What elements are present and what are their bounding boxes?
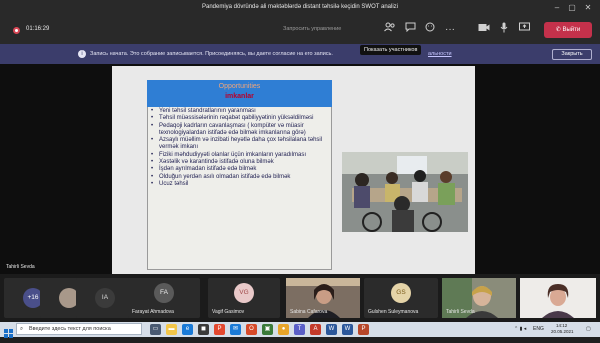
info-icon: i (78, 50, 86, 58)
chrome-icon[interactable]: ● (278, 324, 289, 335)
slide-subtitle: imkanlar (225, 93, 254, 100)
store-icon[interactable]: ◼ (198, 324, 209, 335)
slide-bullet: Olduğun yerdən asılı olmadan istifadə ed… (150, 174, 330, 182)
microphone-icon[interactable] (496, 22, 512, 38)
participants-icon[interactable] (382, 22, 398, 38)
slide-bullet: Yeni təhsil standratlarının yaranması (150, 108, 330, 116)
participant-name: Tahirli Sevda (446, 309, 475, 315)
participant-name: Sabina Cafarova (290, 309, 328, 315)
close-window-icon[interactable]: ✕ (582, 2, 594, 14)
slide-bullet: Fiziki məhdudiyyəti olanlar üçün imkanla… (150, 152, 330, 160)
close-banner-button[interactable]: Закрыть (552, 49, 592, 60)
camera-icon[interactable] (476, 22, 492, 38)
active-speaker-label: Tahirli Sevda (6, 264, 35, 270)
participant-name: Vagif Gasimov (212, 309, 245, 315)
self-video (520, 278, 596, 318)
participant-name: Gulshen Suleymanova (368, 309, 419, 315)
powerpoint-taskbar-icon-2[interactable]: P (358, 324, 369, 335)
slide-bullet: Pedaqoji kadrların cavanlaşması ( kompüt… (150, 123, 330, 138)
slide-bullet: Ucuz təhsil (150, 181, 330, 189)
app-icon[interactable]: ▣ (262, 324, 273, 335)
participants-tooltip: Показать участников (360, 45, 422, 55)
language-indicator[interactable]: ENG (533, 326, 544, 332)
window-title: Pandemiya dövründə ali məktəblərdə dista… (202, 4, 398, 10)
avatar: GS (391, 283, 411, 303)
more-options-icon[interactable]: ··· (442, 22, 458, 38)
maximize-icon[interactable]: ▢ (566, 2, 578, 14)
participant-tile[interactable]: GS Gulshen Suleymanova (364, 278, 438, 318)
reactions-icon[interactable] (422, 22, 438, 38)
recording-banner: i Запись начата. Это собрание записывает… (0, 44, 600, 64)
self-video-tile[interactable] (520, 278, 596, 318)
edge-icon[interactable]: e (182, 324, 193, 335)
file-explorer-icon[interactable]: ▬ (166, 324, 177, 335)
search-icon: ⌕ (20, 326, 24, 332)
minimize-icon[interactable]: – (551, 2, 563, 14)
request-control-button[interactable]: Запросить управление (283, 26, 341, 32)
title-bar: Pandemiya dövründə ali məktəblərdə dista… (0, 0, 600, 16)
pdf-icon[interactable]: A (310, 324, 321, 335)
slide-bullet: Azsaylı müəllim və inzibati heyətlə daha… (150, 137, 330, 152)
chat-icon[interactable] (402, 22, 418, 38)
participant-tile[interactable]: IA (76, 278, 134, 318)
classroom-photo (342, 152, 468, 232)
notification-icon[interactable]: ▢ (586, 326, 591, 332)
powerpoint-taskbar-icon[interactable]: P (214, 324, 225, 335)
taskbar-search-input[interactable]: ⌕ Введите здесь текст для поиска (16, 323, 142, 335)
leave-button[interactable]: ✆ Выйти (544, 22, 592, 38)
word-taskbar-icon-2[interactable]: W (342, 324, 353, 335)
participant-tile[interactable]: FA Farayat Ahmadova (128, 278, 200, 318)
slide-bullet: Təhsil müəssisələrinin rəqabət qabiliyyə… (150, 115, 330, 123)
banner-message: Запись начата. Это собрание записывается… (90, 51, 333, 57)
participant-tile[interactable]: Sabina Cafarova (286, 278, 360, 318)
office-icon[interactable]: O (246, 324, 257, 335)
participant-tile[interactable]: VG Vagif Gasimov (208, 278, 280, 318)
meeting-timer: 01:16:29 (26, 26, 50, 32)
slide-bullet: İşdən ayrılmadan istifadə edə bilmək (150, 166, 330, 174)
recording-indicator-icon (13, 27, 20, 34)
windows-start-icon[interactable] (4, 325, 13, 338)
avatar: IA (95, 288, 115, 308)
share-screen-icon[interactable] (516, 22, 532, 38)
clock-date[interactable]: 20.05.2021 (551, 329, 574, 334)
avatar: FA (154, 283, 174, 303)
word-taskbar-icon[interactable]: W (326, 324, 337, 335)
task-view-icon[interactable]: ▭ (150, 324, 161, 335)
participant-tile[interactable]: Tahirli Sevda (442, 278, 516, 318)
slide-title: Opportunities (218, 83, 261, 90)
privacy-link[interactable]: альности (428, 51, 452, 57)
mail-icon[interactable]: ✉ (230, 324, 241, 335)
slide-bullet-list: Yeni təhsil standratlarının yaranması Tə… (150, 108, 330, 189)
avatar: VG (234, 283, 254, 303)
tray-icons[interactable]: ⌃ ▮ ◂ (514, 326, 526, 332)
teams-taskbar-icon[interactable]: T (294, 324, 305, 335)
participant-name: Farayat Ahmadova (132, 309, 174, 315)
clock-time[interactable]: 14:12 (556, 323, 567, 328)
